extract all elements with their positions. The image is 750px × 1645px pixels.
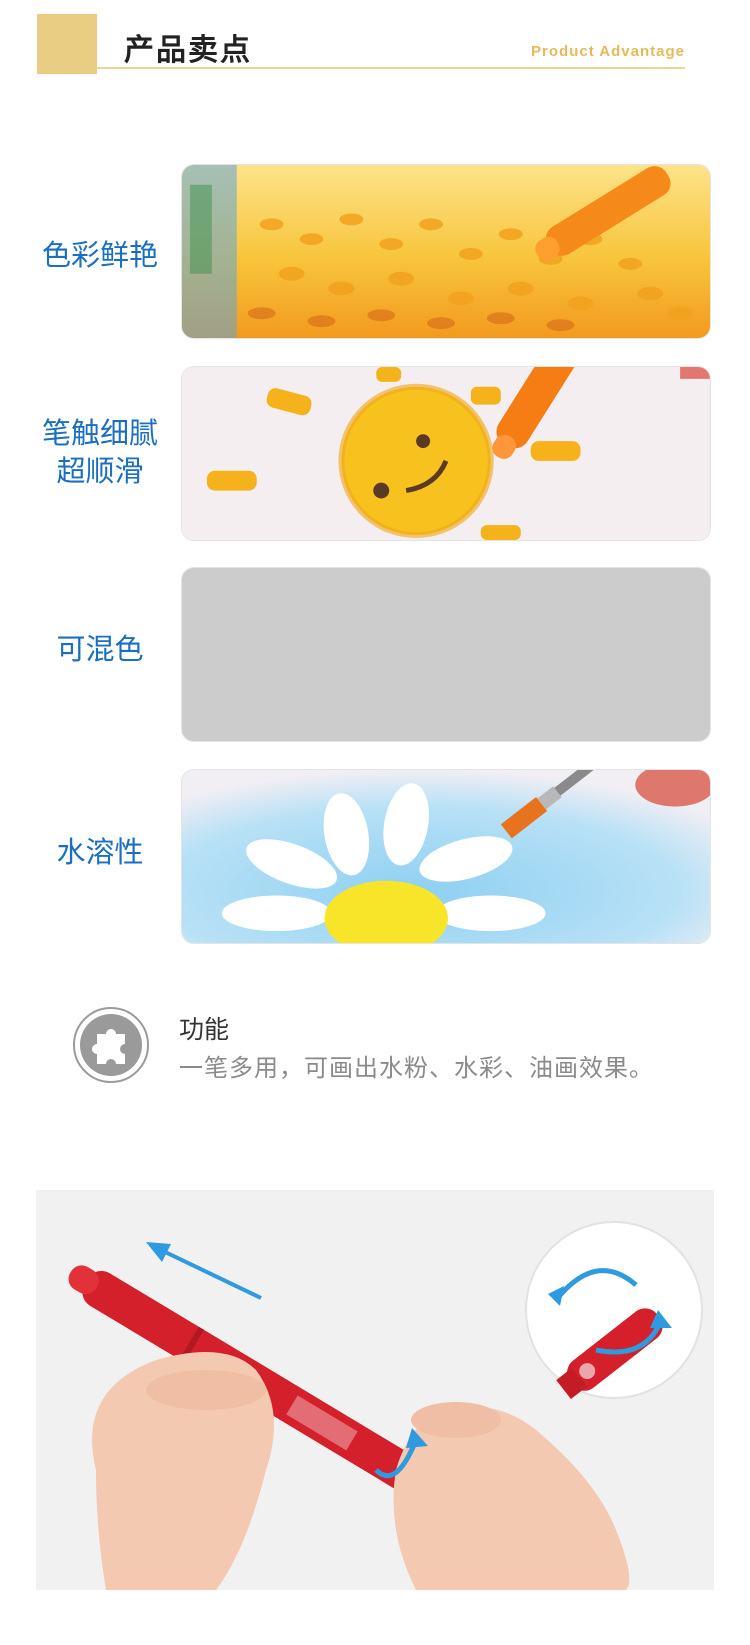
function-title: 功能	[179, 1015, 230, 1044]
section-title: 产品卖点	[124, 33, 252, 68]
feature-label-water-soluble: 水溶性	[56, 835, 144, 869]
feature-image-vivid-colors	[181, 164, 711, 339]
function-description: 一笔多用，可画出水粉、水彩、油画效果。	[179, 1054, 654, 1082]
puzzle-icon	[72, 1006, 150, 1084]
header-divider	[97, 67, 685, 69]
feature-label-smooth: 笔触细腻 超顺滑	[41, 416, 158, 488]
feature-label-mix: 可混色	[56, 632, 144, 666]
feature-image-water-soluble	[181, 769, 711, 944]
feature-image-smooth-strokes	[181, 366, 711, 541]
header-accent-block	[37, 14, 97, 74]
feature-label-vivid: 色彩鲜艳	[41, 238, 158, 272]
feature-image-mix-placeholder	[181, 567, 711, 742]
section-subtitle: Product Advantage	[531, 43, 685, 60]
product-usage-photo	[36, 1190, 714, 1590]
